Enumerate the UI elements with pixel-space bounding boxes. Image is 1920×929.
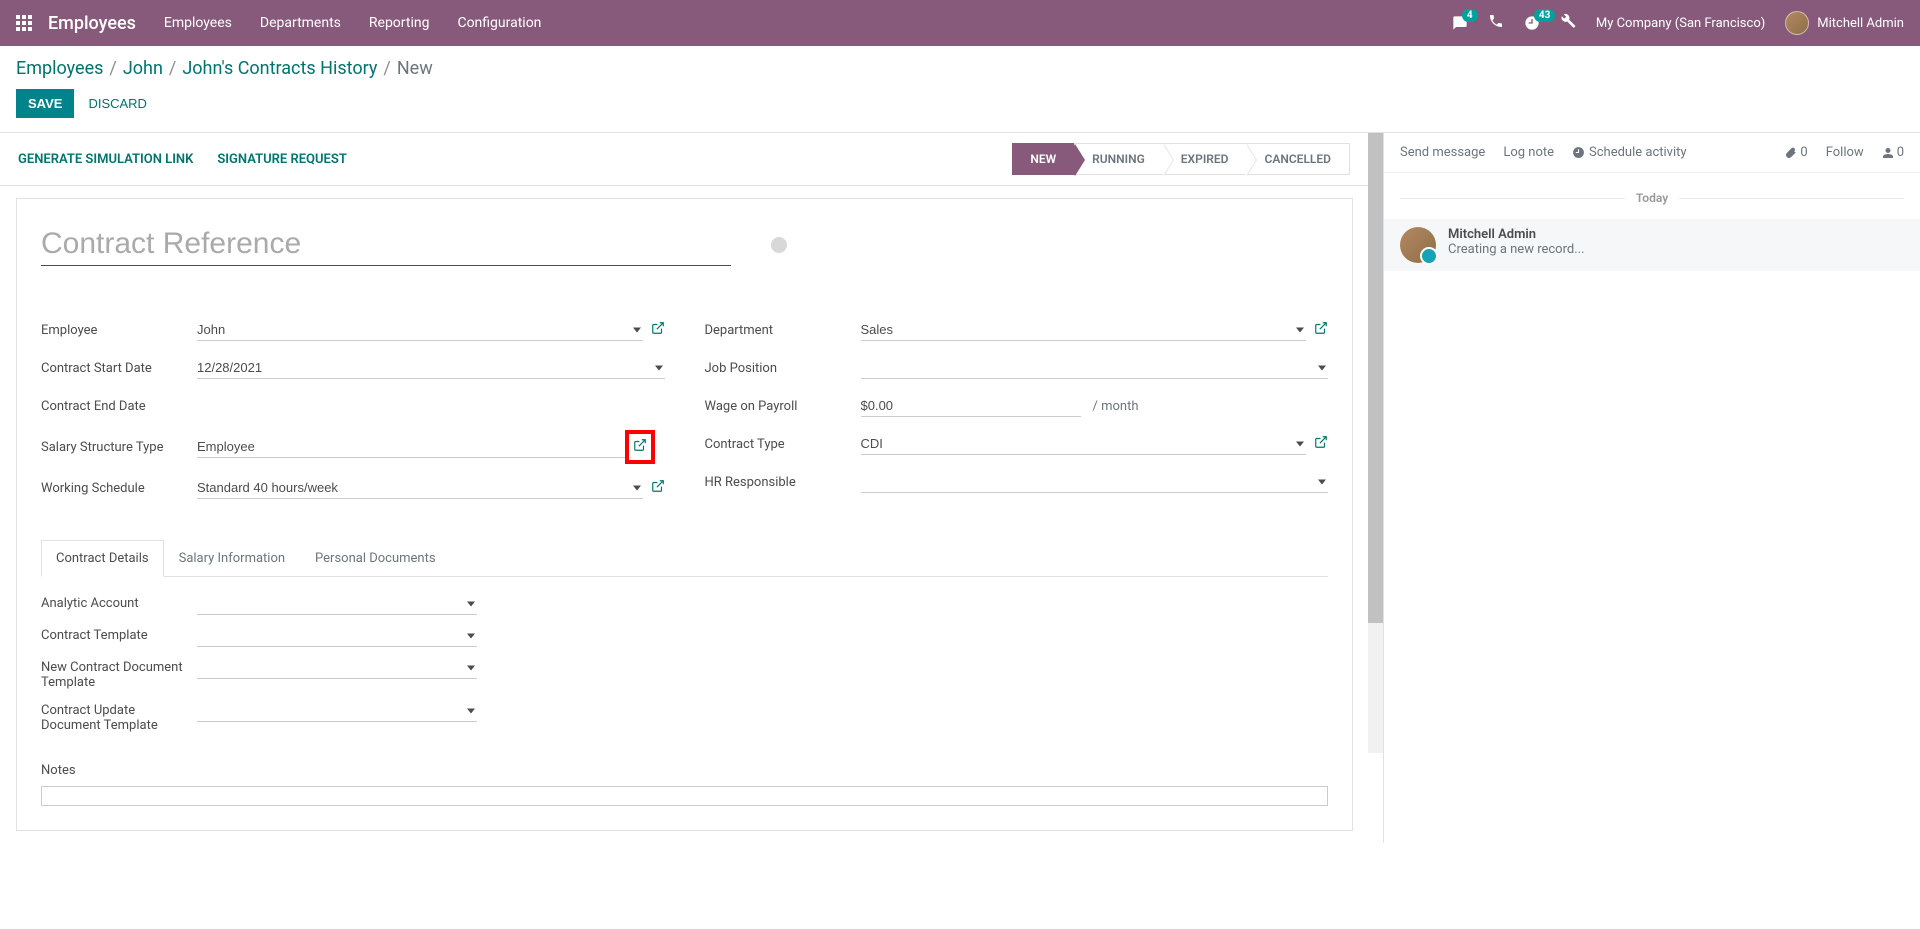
app-title: Employees — [48, 13, 136, 34]
message-author: Mitchell Admin — [1448, 227, 1585, 242]
message-text: Creating a new record... — [1448, 242, 1585, 257]
attachment-count[interactable]: 0 — [1785, 145, 1807, 160]
employee-field[interactable] — [197, 319, 643, 341]
clock-icon — [1572, 146, 1585, 159]
send-message-button[interactable]: Send message — [1400, 145, 1485, 160]
user-name: Mitchell Admin — [1817, 16, 1904, 31]
form-sheet: Employee Contract Start Date Contra — [16, 198, 1353, 831]
contract-template-field[interactable] — [197, 625, 477, 647]
nav-employees[interactable]: Employees — [164, 15, 232, 31]
kanban-state-dot[interactable] — [771, 237, 787, 253]
label-department: Department — [705, 323, 861, 338]
label-notes: Notes — [41, 763, 1328, 778]
wage-field[interactable] — [861, 395, 1081, 417]
apps-icon[interactable] — [16, 15, 32, 31]
generate-simulation-link[interactable]: GENERATE SIMULATION LINK — [18, 152, 193, 167]
chatter-divider: Today — [1384, 191, 1920, 205]
company-selector[interactable]: My Company (San Francisco) — [1596, 16, 1765, 31]
avatar — [1785, 11, 1809, 35]
tabs: Contract Details Salary Information Pers… — [41, 540, 1328, 577]
chatter-message: Mitchell Admin Creating a new record... — [1384, 219, 1920, 271]
message-avatar — [1400, 227, 1436, 263]
hr-responsible-field[interactable] — [861, 471, 1329, 493]
messaging-badge: 4 — [1462, 9, 1478, 22]
label-working-schedule: Working Schedule — [41, 481, 197, 496]
wage-suffix: / month — [1093, 399, 1139, 414]
notes-textarea[interactable] — [41, 786, 1328, 806]
debug-icon[interactable] — [1560, 13, 1576, 33]
tab-salary-information[interactable]: Salary Information — [164, 540, 300, 576]
breadcrumb-employees[interactable]: Employees — [16, 58, 103, 79]
person-icon — [1882, 147, 1894, 159]
department-external-link-icon[interactable] — [1314, 321, 1328, 339]
breadcrumb-current: New — [397, 58, 433, 79]
working-schedule-external-link-icon[interactable] — [651, 479, 665, 497]
breadcrumb: Employees / John / John's Contracts Hist… — [16, 58, 1904, 79]
contract-reference-input[interactable] — [41, 223, 731, 266]
user-menu[interactable]: Mitchell Admin — [1785, 11, 1904, 35]
schedule-activity-button[interactable]: Schedule activity — [1572, 145, 1687, 160]
tab-contract-details[interactable]: Contract Details — [41, 540, 164, 577]
label-wage: Wage on Payroll — [705, 399, 861, 414]
employee-external-link-icon[interactable] — [651, 321, 665, 339]
label-update-doc: Contract Update Document Template — [41, 700, 197, 733]
job-position-field[interactable] — [861, 357, 1329, 379]
contract-update-doc-field[interactable] — [197, 700, 477, 722]
label-analytic: Analytic Account — [41, 593, 197, 611]
status-running[interactable]: RUNNING — [1074, 143, 1163, 175]
breadcrumb-john[interactable]: John — [123, 58, 163, 79]
signature-request-link[interactable]: SIGNATURE REQUEST — [217, 152, 346, 167]
breadcrumb-history[interactable]: John's Contracts History — [182, 58, 377, 79]
contract-type-field[interactable] — [861, 433, 1307, 455]
department-field[interactable] — [861, 319, 1307, 341]
status-new[interactable]: NEW — [1012, 143, 1074, 175]
follow-button[interactable]: Follow — [1826, 145, 1864, 160]
chatter: Send message Log note Schedule activity … — [1383, 133, 1920, 843]
status-expired[interactable]: EXPIRED — [1163, 143, 1247, 175]
new-contract-doc-field[interactable] — [197, 657, 477, 679]
salary-structure-field[interactable] — [197, 436, 627, 458]
nav-reporting[interactable]: Reporting — [369, 15, 430, 31]
label-salary-structure: Salary Structure Type — [41, 440, 197, 455]
label-new-doc: New Contract Document Template — [41, 657, 197, 690]
working-schedule-field[interactable] — [197, 477, 643, 499]
nav-configuration[interactable]: Configuration — [457, 15, 541, 31]
nav-departments[interactable]: Departments — [260, 15, 341, 31]
activity-badge: 43 — [1534, 9, 1555, 22]
phone-icon[interactable] — [1488, 13, 1504, 33]
messaging-icon[interactable]: 4 — [1452, 15, 1468, 31]
discard-button[interactable]: DISCARD — [88, 89, 147, 118]
activity-icon[interactable]: 43 — [1524, 15, 1540, 31]
label-end-date: Contract End Date — [41, 399, 197, 414]
label-hr-responsible: HR Responsible — [705, 475, 861, 490]
log-note-button[interactable]: Log note — [1503, 145, 1554, 160]
highlight-salary-ext-link — [625, 430, 655, 464]
label-employee: Employee — [41, 323, 197, 338]
analytic-account-field[interactable] — [197, 593, 477, 615]
label-start-date: Contract Start Date — [41, 361, 197, 376]
tab-personal-documents[interactable]: Personal Documents — [300, 540, 451, 576]
scrollbar[interactable] — [1368, 133, 1383, 753]
salary-structure-external-link-icon[interactable] — [633, 438, 647, 456]
status-cancelled[interactable]: CANCELLED — [1246, 143, 1350, 175]
top-navbar: Employees Employees Departments Reportin… — [0, 0, 1920, 46]
nav-menu: Employees Departments Reporting Configur… — [164, 15, 542, 31]
start-date-field[interactable] — [197, 357, 665, 379]
follower-count[interactable]: 0 — [1882, 145, 1904, 160]
label-template: Contract Template — [41, 625, 197, 643]
contract-type-external-link-icon[interactable] — [1314, 435, 1328, 453]
paperclip-icon — [1785, 147, 1797, 159]
save-button[interactable]: SAVE — [16, 89, 74, 118]
end-date-field[interactable] — [197, 396, 665, 417]
label-contract-type: Contract Type — [705, 437, 861, 452]
status-bar: NEW RUNNING EXPIRED CANCELLED — [1012, 143, 1350, 175]
label-job-position: Job Position — [705, 361, 861, 376]
